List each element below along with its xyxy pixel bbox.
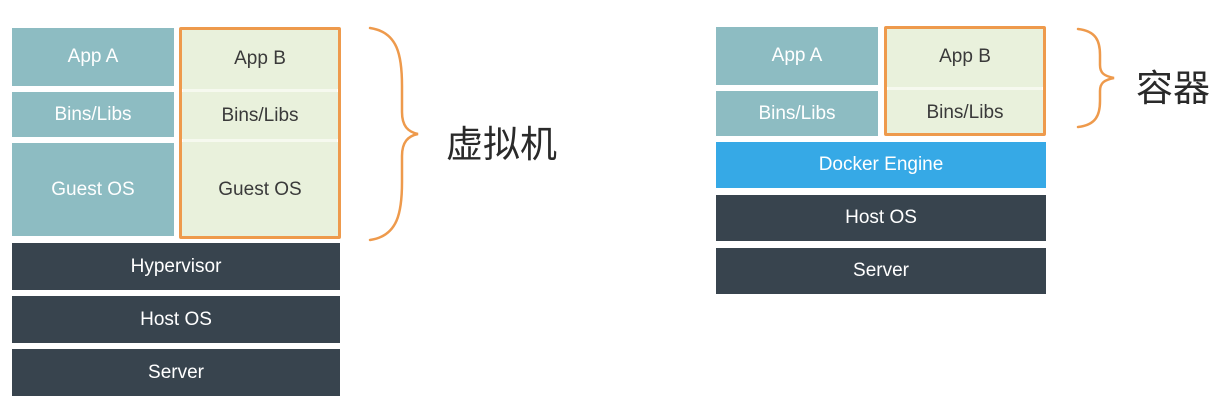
- vm-host-os: Host OS: [12, 296, 340, 343]
- ct-docker-engine: Docker Engine: [716, 142, 1046, 188]
- ct-bins-libs-a: Bins/Libs: [716, 91, 878, 136]
- vm-server: Server: [12, 349, 340, 396]
- ct-bins-libs-b: Bins/Libs: [885, 90, 1045, 135]
- vm-curly-brace: [368, 26, 419, 242]
- vm-bins-libs-b: Bins/Libs: [180, 92, 340, 139]
- vm-bins-libs-a: Bins/Libs: [12, 92, 174, 137]
- ct-server: Server: [716, 248, 1046, 294]
- vm-guest-os-a: Guest OS: [12, 143, 174, 236]
- vm-hypervisor: Hypervisor: [12, 243, 340, 290]
- vm-label: 虚拟机: [446, 123, 557, 166]
- vm-guest-os-b: Guest OS: [180, 142, 340, 238]
- vm-app-b: App B: [180, 28, 340, 89]
- ct-app-a: App A: [716, 27, 878, 85]
- ct-host-os: Host OS: [716, 195, 1046, 241]
- ct-curly-brace: [1076, 27, 1115, 129]
- ct-app-b: App B: [885, 27, 1045, 87]
- container-label: 容器: [1136, 67, 1210, 110]
- vm-app-a: App A: [12, 28, 174, 86]
